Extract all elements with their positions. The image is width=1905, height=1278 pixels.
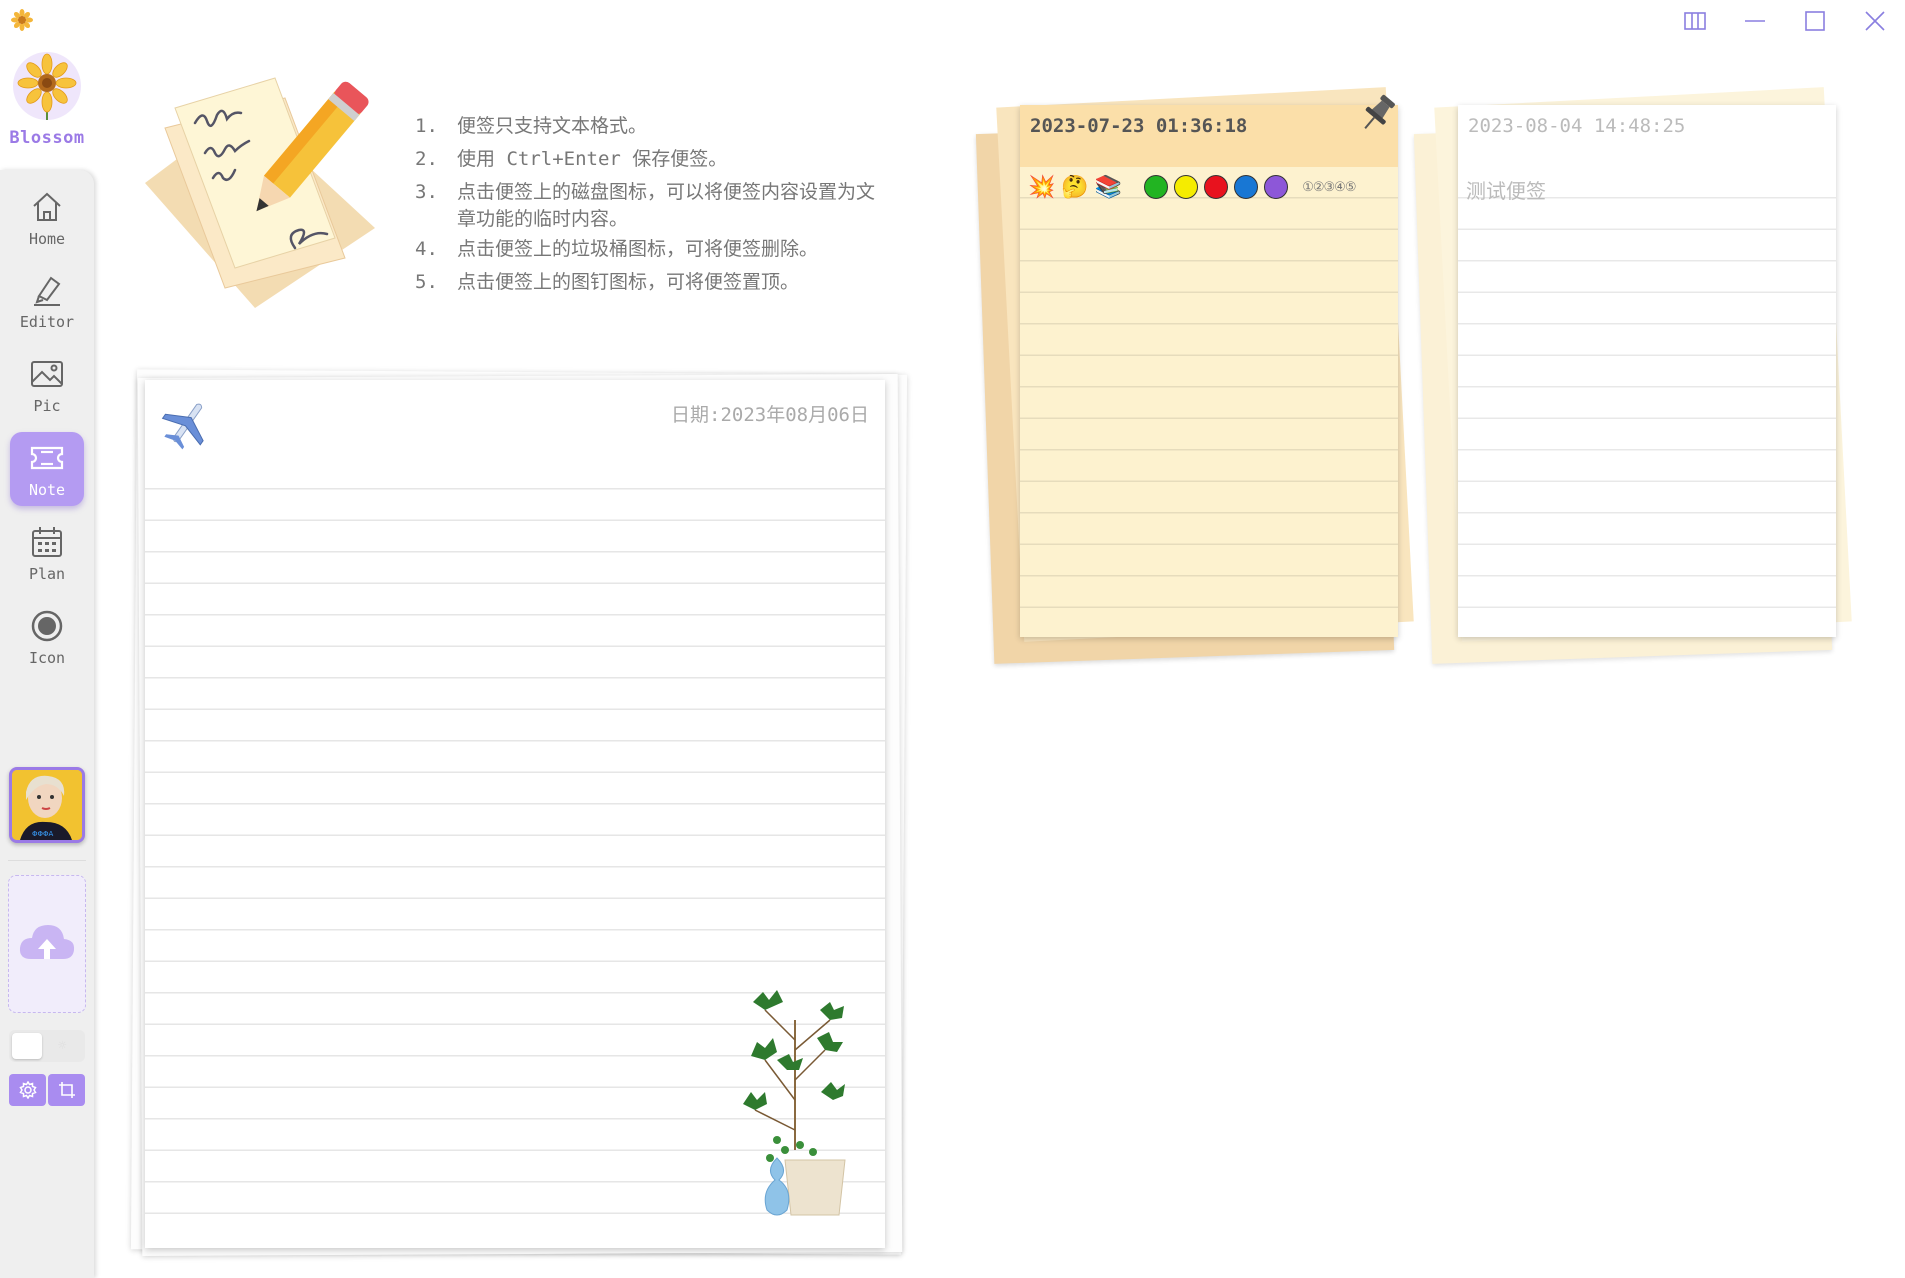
settings-icon — [18, 1081, 37, 1099]
note-card[interactable]: 2023-08-04 14:48:25 测试便签 — [1458, 105, 1836, 637]
tip-text: 便签只支持文本格式。 — [457, 115, 648, 137]
ticket-icon — [30, 446, 64, 469]
plant-image — [743, 990, 846, 1216]
svg-text:ΦΦΦΑ: ΦΦΦΑ — [32, 830, 54, 838]
layout-icon — [1684, 12, 1706, 30]
crop-button[interactable] — [48, 1074, 85, 1106]
tip-text: 使用 Ctrl+Enter 保存便签。 — [457, 148, 728, 170]
tip-text: 点击便签上的垃圾桶图标，可将便签删除。 — [457, 238, 819, 260]
sticky-note-1: 2023-07-23 01:36:18 💥 🤔 📚 ①②③④⑤ — [975, 82, 1414, 672]
theme-toggle-knob — [12, 1033, 42, 1059]
app-name: Blossom — [9, 128, 85, 148]
sticky-note-2: 2023-08-04 14:48:25 测试便签 — [1413, 82, 1852, 672]
app-logo-small-icon — [11, 9, 33, 31]
tip-number: 1. — [415, 115, 438, 137]
sunflower-logo-icon — [13, 52, 81, 120]
minimize-icon — [1745, 20, 1765, 22]
window-controls — [1665, 6, 1905, 36]
home-icon — [33, 192, 61, 221]
note-card[interactable]: 2023-07-23 01:36:18 💥 🤔 📚 ①②③④⑤ — [1020, 94, 1398, 637]
pen-icon — [34, 276, 61, 306]
circled-numbers: ①②③④⑤ — [1302, 179, 1356, 194]
tip-item: 1. 便签只支持文本格式。 — [415, 110, 885, 143]
record-icon — [31, 610, 63, 641]
nav-label-icon: Icon — [28, 648, 66, 667]
image-icon — [31, 360, 63, 387]
tip-text: 点击便签上的图钉图标，可将便签置顶。 — [457, 271, 800, 293]
theme-toggle[interactable]: ☼ — [9, 1030, 85, 1062]
maximize-button[interactable] — [1785, 6, 1845, 36]
avatar-image: ΦΦΦΑ — [12, 770, 82, 840]
cloud-upload-icon — [19, 925, 75, 959]
notes-illustration — [145, 77, 375, 308]
layout-button[interactable] — [1665, 6, 1725, 36]
ruled-lines — [1020, 167, 1398, 637]
nav-label-plan: Plan — [28, 564, 66, 583]
nav-item-icon[interactable]: Icon — [10, 600, 84, 674]
green-circle — [1144, 175, 1169, 199]
note-timestamp: 2023-08-04 14:48:25 — [1468, 115, 1686, 137]
purple-circle — [1264, 175, 1289, 199]
yellow-circle — [1174, 175, 1199, 199]
tip-item: 5. 点击便签上的图钉图标，可将便签置顶。 — [415, 266, 885, 299]
nav-item-pic[interactable]: Pic — [10, 348, 84, 422]
tip-item: 4. 点击便签上的垃圾桶图标，可将便签删除。 — [415, 233, 885, 266]
user-avatar[interactable]: ΦΦΦΑ — [9, 767, 85, 843]
nav-label-editor: Editor — [19, 312, 75, 331]
tip-item: 2. 使用 Ctrl+Enter 保存便签。 — [415, 143, 885, 176]
nav-label-pic: Pic — [33, 396, 61, 415]
maximize-icon — [1805, 11, 1825, 31]
brand: Blossom — [0, 50, 94, 148]
note-content: 测试便签 — [1466, 181, 1546, 203]
nav-item-home[interactable]: Home — [10, 181, 84, 255]
calendar-icon — [32, 526, 62, 557]
sidebar-divider — [8, 860, 86, 861]
note-timestamp: 2023-07-23 01:36:18 — [1020, 105, 1398, 167]
tip-number: 4. — [415, 238, 438, 260]
tip-item: 3. 点击便签上的磁盘图标，可以将便签内容设置为文章功能的临时内容。 — [415, 176, 885, 233]
collision-emoji: 💥 — [1028, 174, 1056, 199]
nav-label-note: Note — [28, 480, 66, 499]
nav-label-home: Home — [28, 229, 66, 248]
nav-item-editor[interactable]: Editor — [10, 264, 84, 338]
note-editor-area[interactable]: 日期:2023年08月06日 — [145, 380, 885, 1248]
note-date: 日期:2023年08月06日 — [671, 404, 869, 426]
blue-circle — [1234, 175, 1259, 199]
nav-item-note[interactable]: Note — [10, 432, 84, 506]
red-circle — [1204, 175, 1229, 199]
new-note-editor: 日期:2023年08月06日 — [130, 368, 910, 1268]
upload-area[interactable] — [8, 875, 86, 1013]
tip-number: 5. — [415, 271, 438, 293]
bottom-buttons — [9, 1074, 85, 1106]
minimize-button[interactable] — [1725, 6, 1785, 36]
nav-item-plan[interactable]: Plan — [10, 516, 84, 590]
airplane-icon — [161, 403, 204, 450]
ruled-lines — [1458, 167, 1836, 637]
sidebar: Home Editor Pic Note Plan Icon — [0, 170, 94, 1278]
books-emoji: 📚 — [1094, 174, 1123, 199]
close-button[interactable] — [1845, 6, 1905, 36]
pin-icon[interactable] — [1356, 91, 1400, 135]
tip-number: 3. — [415, 181, 438, 203]
sun-icon: ☼ — [58, 1038, 67, 1054]
crop-icon — [58, 1082, 75, 1098]
settings-button[interactable] — [9, 1074, 46, 1106]
note-content: 💥 🤔 📚 ①②③④⑤ — [1028, 175, 1390, 199]
tip-number: 2. — [415, 148, 438, 170]
tip-text: 点击便签上的磁盘图标，可以将便签内容设置为文章功能的临时内容。 — [457, 181, 876, 230]
usage-tips: 1. 便签只支持文本格式。 2. 使用 Ctrl+Enter 保存便签。 3. 点击便… — [415, 110, 885, 299]
thinking-emoji: 🤔 — [1061, 174, 1089, 199]
close-icon — [1865, 11, 1885, 31]
